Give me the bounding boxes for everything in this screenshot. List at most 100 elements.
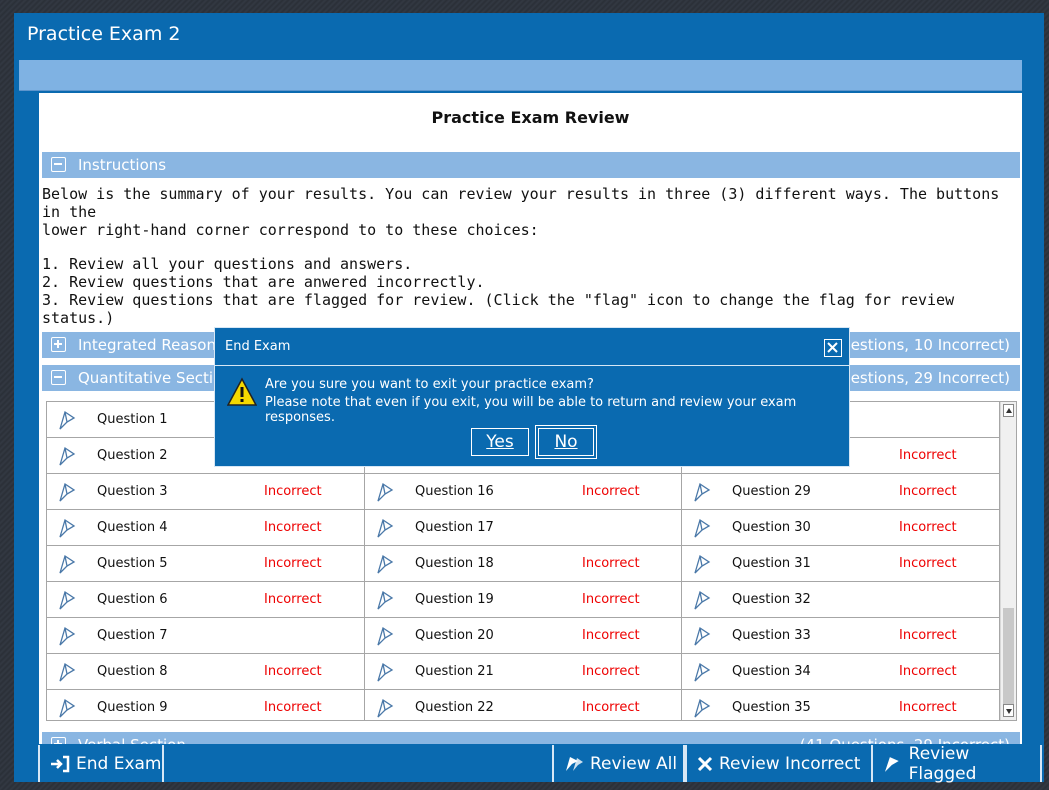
question-cell[interactable]: Question 20 Incorrect bbox=[365, 618, 682, 654]
question-label[interactable]: Question 34 bbox=[732, 664, 811, 679]
question-cell[interactable]: Question 22 Incorrect bbox=[365, 690, 682, 720]
section-verbal[interactable]: Verbal Section (41 Questions, 29 Incorre… bbox=[42, 732, 1020, 744]
question-cell[interactable]: Question 18 Incorrect bbox=[365, 546, 682, 582]
question-label[interactable]: Question 20 bbox=[415, 628, 494, 643]
flag-icon[interactable] bbox=[57, 698, 77, 718]
question-cell[interactable]: Question 29 Incorrect bbox=[682, 474, 1000, 510]
question-cell[interactable]: Question 6 Incorrect bbox=[47, 582, 365, 618]
question-cell[interactable]: Question 34 Incorrect bbox=[682, 654, 1000, 690]
flag-icon[interactable] bbox=[57, 626, 77, 646]
scroll-down-button[interactable] bbox=[1003, 704, 1014, 717]
vertical-scrollbar[interactable] bbox=[1000, 402, 1016, 720]
instructions-text: Below is the summary of your results. Yo… bbox=[42, 185, 1017, 327]
question-label[interactable]: Question 30 bbox=[732, 520, 811, 535]
dialog-title: End Exam bbox=[225, 339, 291, 354]
question-label[interactable]: Question 31 bbox=[732, 556, 811, 571]
question-label[interactable]: Question 8 bbox=[97, 664, 168, 679]
question-status: Incorrect bbox=[899, 556, 957, 571]
flag-icon[interactable] bbox=[692, 590, 712, 610]
question-status: Incorrect bbox=[582, 700, 640, 715]
question-label[interactable]: Question 4 bbox=[97, 520, 168, 535]
question-cell[interactable]: Question 3 Incorrect bbox=[47, 474, 365, 510]
x-icon bbox=[697, 756, 713, 771]
question-label[interactable]: Question 7 bbox=[97, 628, 168, 643]
question-label[interactable]: Question 35 bbox=[732, 700, 811, 715]
flag-icon[interactable] bbox=[375, 518, 395, 538]
question-status: Incorrect bbox=[264, 520, 322, 535]
question-label[interactable]: Question 17 bbox=[415, 520, 494, 535]
flag-icon[interactable] bbox=[57, 446, 77, 466]
flag-icon[interactable] bbox=[692, 482, 712, 502]
question-label[interactable]: Question 1 bbox=[97, 412, 168, 427]
close-icon[interactable] bbox=[824, 339, 842, 357]
expand-icon bbox=[51, 737, 66, 744]
dialog-message: Are you sure you want to exit your pract… bbox=[265, 377, 594, 392]
question-cell[interactable]: Question 35 Incorrect bbox=[682, 690, 1000, 720]
instructions-item-1: 1. Review all your questions and answers… bbox=[42, 255, 413, 273]
review-incorrect-label: Review Incorrect bbox=[719, 753, 861, 774]
flag-icon[interactable] bbox=[375, 626, 395, 646]
flag-icon[interactable] bbox=[375, 662, 395, 682]
question-label[interactable]: Question 9 bbox=[97, 700, 168, 715]
question-cell[interactable]: Question 21 Incorrect bbox=[365, 654, 682, 690]
question-cell[interactable]: Question 17 bbox=[365, 510, 682, 546]
question-cell[interactable]: Question 32 bbox=[682, 582, 1000, 618]
no-button[interactable]: No bbox=[535, 425, 597, 459]
question-status: Incorrect bbox=[899, 448, 957, 463]
question-label[interactable]: Question 33 bbox=[732, 628, 811, 643]
flag-icon[interactable] bbox=[57, 554, 77, 574]
flag-icon[interactable] bbox=[692, 626, 712, 646]
question-label[interactable]: Question 18 bbox=[415, 556, 494, 571]
question-status: Incorrect bbox=[582, 592, 640, 607]
question-label[interactable]: Question 19 bbox=[415, 592, 494, 607]
question-label[interactable]: Question 16 bbox=[415, 484, 494, 499]
instructions-intro: Below is the summary of your results. Yo… bbox=[42, 185, 1000, 221]
scroll-thumb[interactable] bbox=[1003, 608, 1014, 706]
question-cell[interactable]: Question 19 Incorrect bbox=[365, 582, 682, 618]
question-label[interactable]: Question 5 bbox=[97, 556, 168, 571]
question-label[interactable]: Question 32 bbox=[732, 592, 811, 607]
flag-icon bbox=[884, 756, 899, 772]
question-label[interactable]: Question 2 bbox=[97, 448, 168, 463]
question-label[interactable]: Question 22 bbox=[415, 700, 494, 715]
scroll-up-button[interactable] bbox=[1003, 404, 1014, 417]
end-exam-button[interactable]: End Exam bbox=[38, 745, 164, 782]
flag-icon[interactable] bbox=[375, 554, 395, 574]
flag-icon[interactable] bbox=[692, 698, 712, 718]
review-flagged-button[interactable]: Review Flagged bbox=[871, 744, 1042, 784]
question-status: Incorrect bbox=[582, 628, 640, 643]
flag-icon[interactable] bbox=[692, 554, 712, 574]
collapse-icon bbox=[51, 370, 66, 385]
flag-icon[interactable] bbox=[692, 662, 712, 682]
flag-icon[interactable] bbox=[57, 482, 77, 502]
question-cell[interactable]: Question 31 Incorrect bbox=[682, 546, 1000, 582]
review-all-button[interactable]: Review All bbox=[552, 745, 685, 782]
question-status: Incorrect bbox=[264, 592, 322, 607]
question-cell[interactable]: Question 5 Incorrect bbox=[47, 546, 365, 582]
instructions-item-3: 3. Review questions that are flagged for… bbox=[42, 291, 955, 327]
flag-icon[interactable] bbox=[375, 698, 395, 718]
question-cell[interactable]: Question 8 Incorrect bbox=[47, 654, 365, 690]
question-cell[interactable]: Question 7 bbox=[47, 618, 365, 654]
question-cell[interactable]: Question 30 Incorrect bbox=[682, 510, 1000, 546]
yes-button[interactable]: Yes bbox=[471, 428, 529, 456]
flag-icon[interactable] bbox=[57, 590, 77, 610]
question-status: Incorrect bbox=[899, 664, 957, 679]
review-incorrect-button[interactable]: Review Incorrect bbox=[685, 745, 873, 782]
question-cell[interactable]: Question 33 Incorrect bbox=[682, 618, 1000, 654]
flag-icon[interactable] bbox=[375, 482, 395, 502]
flag-icon[interactable] bbox=[57, 518, 77, 538]
question-cell[interactable]: Question 16 Incorrect bbox=[365, 474, 682, 510]
question-cell[interactable]: Question 9 Incorrect bbox=[47, 690, 365, 720]
flag-icon[interactable] bbox=[57, 410, 77, 430]
question-label[interactable]: Question 21 bbox=[415, 664, 494, 679]
question-label[interactable]: Question 6 bbox=[97, 592, 168, 607]
flag-icon[interactable] bbox=[692, 518, 712, 538]
question-cell[interactable]: Question 4 Incorrect bbox=[47, 510, 365, 546]
question-label[interactable]: Question 3 bbox=[97, 484, 168, 499]
flag-icon[interactable] bbox=[57, 662, 77, 682]
question-label[interactable]: Question 29 bbox=[732, 484, 811, 499]
flag-icon[interactable] bbox=[375, 590, 395, 610]
question-status: Incorrect bbox=[582, 556, 640, 571]
instructions-header[interactable]: Instructions bbox=[42, 152, 1020, 178]
